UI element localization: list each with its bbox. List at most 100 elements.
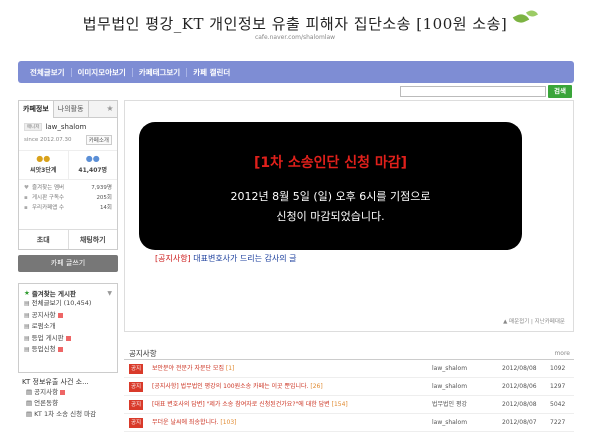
nav-calendar[interactable]: 카페 캘린더 bbox=[187, 68, 236, 77]
notice-link[interactable]: [공지사항] 대표변호사가 드리는 감사의 글 bbox=[155, 253, 297, 264]
fav-item-firm-intro[interactable]: ▤ 로펌소개 bbox=[24, 321, 112, 333]
cafe-level[interactable]: ●● 씨앗3단계 bbox=[19, 151, 68, 179]
tree-item-press[interactable]: ▤ 언론동향 bbox=[26, 398, 96, 409]
sidebar-tabs: 카페정보 나의활동 ★ bbox=[19, 101, 117, 118]
nav-all-posts[interactable]: 전체글보기 bbox=[24, 67, 72, 77]
member-count[interactable]: ●● 41,407명 bbox=[67, 151, 118, 179]
fav-item-levelup-board[interactable]: ▤ 등업 게시판 bbox=[24, 333, 112, 345]
cafe-main-panel: [1차 소송인단 신청 마감] 2012년 8월 5일 (일) 오후 6시를 기… bbox=[124, 100, 574, 332]
tab-cafe-info[interactable]: 카페정보 bbox=[19, 101, 54, 118]
member-count-label: 41,407명 bbox=[78, 167, 108, 174]
post-title[interactable]: [대표 변호사의 답변] "제가 소송 참여자로 신청된건가요?"에 대한 답변… bbox=[152, 396, 348, 414]
list-icon: ▤ bbox=[24, 323, 30, 330]
nav-image-gallery[interactable]: 이미지모아보기 bbox=[72, 67, 133, 77]
star-icon[interactable]: ★ bbox=[103, 101, 117, 117]
post-author[interactable]: law_shalom bbox=[432, 360, 467, 378]
new-badge-icon bbox=[57, 347, 63, 353]
banner-title: [1차 소송인단 신청 마감] bbox=[253, 155, 408, 171]
cafe-nav-bar: 전체글보기 이미지모아보기 카페태그보기 카페 캘린더 bbox=[18, 61, 574, 83]
fav-item-all-posts[interactable]: ▤ 전체글보기 (10,454) bbox=[24, 298, 112, 310]
meta-favorite-members: ♥ 즐겨찾는 멤버 7,939명 bbox=[24, 185, 112, 191]
post-title[interactable]: [공지사항] 법무법인 평강의 100원소송 카페는 이곳 뿐입니다. [26] bbox=[152, 378, 323, 396]
post-author[interactable]: law_shalom bbox=[432, 378, 467, 396]
post-author[interactable]: law_shalom bbox=[432, 414, 467, 432]
list-icon: ▤ bbox=[26, 388, 33, 396]
tree-item-notice[interactable]: ▤ 공지사항 bbox=[26, 387, 96, 398]
cafe-info-box: 카페정보 나의활동 ★ 매니저 law_shalom since 2012.07… bbox=[18, 100, 118, 250]
chat-button[interactable]: 채팅하기 bbox=[67, 230, 118, 249]
post-views: 1297 bbox=[550, 383, 566, 390]
table-row[interactable]: 공지 [공지사항] 법무법인 평강의 100원소송 카페는 이곳 뿐입니다. [… bbox=[124, 378, 574, 396]
cafe-stats: ●● 씨앗3단계 ●● 41,407명 bbox=[19, 150, 117, 180]
new-badge-icon bbox=[65, 335, 71, 341]
app-icon: ▪ bbox=[24, 205, 28, 211]
cafe-write-button[interactable]: 카페 글쓰기 bbox=[18, 255, 118, 272]
post-date: 2012/08/06 bbox=[502, 383, 537, 390]
post-views: 7227 bbox=[550, 419, 566, 426]
post-title[interactable]: 보안분야 전문가 자문단 모집 [1] bbox=[152, 360, 234, 378]
cafe-title[interactable]: 법무법인 평강_KT 개인정보 유출 피해자 집단소송 [100원 소송] bbox=[0, 13, 590, 34]
notice-board: 공지사항 more 공지 보안분야 전문가 자문단 모집 [1] law_sha… bbox=[124, 347, 574, 432]
chevron-down-icon[interactable]: ▼ bbox=[107, 290, 112, 297]
table-row[interactable]: 공지 [대표 변호사의 답변] "제가 소송 참여자로 신청된건가요?"에 대한… bbox=[124, 396, 574, 414]
table-row[interactable]: 공지 보안분야 전문가 자문단 모집 [1] law_shalom 2012/0… bbox=[124, 360, 574, 378]
board-tree: ▤ 공지사항 ▤ 언론동향 ▤ KT 1차 소송 신청 마감 bbox=[26, 387, 96, 420]
comment-count: [1] bbox=[225, 365, 235, 372]
board-section-title[interactable]: KT 정보유출 사건 소... bbox=[22, 377, 89, 387]
board-more-link[interactable]: more bbox=[554, 350, 570, 357]
manager-badge: 매니저 bbox=[24, 123, 43, 131]
notice-tag: 공지 bbox=[129, 382, 144, 392]
star-icon: ★ bbox=[24, 289, 30, 297]
manager-name[interactable]: law_shalom bbox=[45, 123, 86, 131]
list-icon: ▤ bbox=[24, 346, 30, 353]
list-icon: ▤ bbox=[24, 334, 30, 342]
post-title[interactable]: 무더운 날씨에 죄송합니다. [103] bbox=[152, 414, 237, 432]
board-title[interactable]: 공지사항 bbox=[129, 348, 157, 359]
banner-line-1: 2012년 8월 5일 (일) 오후 6시를 기점으로 bbox=[230, 190, 431, 203]
favorite-boards: ★ 즐겨찾는 게시판 ▼ ▤ 전체글보기 (10,454) ▤ 공지사항 ▤ 로… bbox=[18, 283, 118, 373]
search-button[interactable]: 검색 bbox=[548, 85, 572, 98]
list-icon: ▤ bbox=[26, 410, 33, 418]
notice-link-tag: [공지사항] bbox=[155, 254, 191, 263]
tab-my-activity[interactable]: 나의활동 bbox=[54, 101, 89, 117]
since-date: since 2012.07.30 bbox=[24, 137, 72, 143]
cafe-level-label: 씨앗3단계 bbox=[30, 167, 57, 174]
new-badge-icon bbox=[60, 390, 66, 395]
comment-count: [26] bbox=[310, 383, 323, 390]
table-row[interactable]: 공지 무더운 날씨에 죄송합니다. [103] law_shalom 2012/… bbox=[124, 414, 574, 432]
meta-app-count: ▪ 우리카페앱 수 14회 bbox=[24, 205, 112, 211]
notice-tag: 공지 bbox=[129, 418, 144, 428]
nav-tags[interactable]: 카페태그보기 bbox=[133, 67, 188, 77]
search-input[interactable] bbox=[400, 86, 546, 97]
seed-icon: ●● bbox=[36, 154, 51, 163]
fav-item-levelup-request[interactable]: ▤ 등업신청 bbox=[24, 344, 112, 356]
meta-board-subscribers: ▪ 게시판 구독수 205회 bbox=[24, 195, 112, 201]
manager-profile: 매니저 law_shalom since 2012.07.30 카페소개 bbox=[19, 118, 117, 145]
post-date: 2012/08/08 bbox=[502, 401, 537, 408]
heart-icon: ♥ bbox=[24, 185, 29, 191]
notice-link-text: 대표변호사가 드리는 감사의 글 bbox=[193, 254, 297, 263]
post-date: 2012/08/07 bbox=[502, 419, 537, 426]
list-icon: ▤ bbox=[24, 311, 30, 319]
sidebar: 카페정보 나의활동 ★ 매니저 law_shalom since 2012.07… bbox=[18, 100, 118, 250]
notice-tag: 공지 bbox=[129, 364, 144, 374]
cafe-intro-button[interactable]: 카페소개 bbox=[85, 135, 112, 145]
fav-item-notice[interactable]: ▤ 공지사항 bbox=[24, 310, 112, 322]
tree-item-kt-closed[interactable]: ▤ KT 1차 소송 신청 마감 bbox=[26, 409, 96, 420]
cafe-header: 법무법인 평강_KT 개인정보 유출 피해자 집단소송 [100원 소송] ca… bbox=[0, 0, 590, 58]
closing-banner: [1차 소송인단 신청 마감] 2012년 8월 5일 (일) 오후 6시를 기… bbox=[139, 122, 522, 250]
new-badge-icon bbox=[57, 312, 63, 318]
cafe-url[interactable]: cafe.naver.com/shalomlaw bbox=[0, 34, 590, 41]
panel-footer-links[interactable]: ▲ 매운접기 | 지난카페대문 bbox=[503, 317, 565, 325]
invite-button[interactable]: 초대 bbox=[19, 230, 68, 249]
comment-count: [154] bbox=[331, 401, 348, 408]
notice-tag: 공지 bbox=[129, 400, 144, 410]
post-views: 5042 bbox=[550, 401, 566, 408]
board-header: 공지사항 more bbox=[124, 347, 574, 360]
banner-line-2: 신청이 마감되었습니다. bbox=[276, 210, 385, 223]
document-icon: ▪ bbox=[24, 195, 28, 201]
favorite-boards-title[interactable]: ★ 즐겨찾는 게시판 ▼ bbox=[24, 288, 112, 298]
post-author[interactable]: 법무법인 평강 bbox=[432, 396, 467, 414]
members-icon: ●● bbox=[85, 154, 100, 163]
cafe-meta-list: ♥ 즐겨찾는 멤버 7,939명 ▪ 게시판 구독수 205회 ▪ 우리카페앱 … bbox=[19, 180, 117, 216]
